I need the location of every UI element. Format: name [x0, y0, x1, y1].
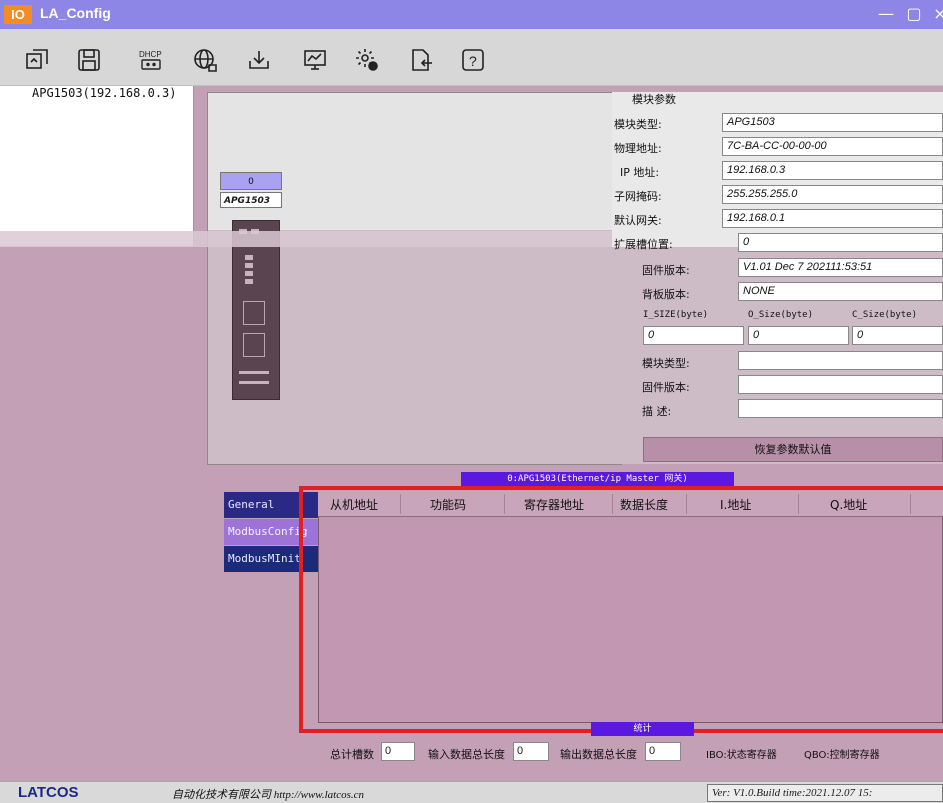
restore-defaults-button[interactable]: 恢复参数默认值	[643, 437, 943, 462]
param-label: 模块类型:	[614, 118, 662, 131]
c-size-field[interactable]: 0	[852, 326, 943, 345]
param-label: 背板版本:	[642, 288, 690, 301]
backplane-version-field[interactable]: NONE	[738, 282, 943, 301]
sub-module-type-field[interactable]	[738, 351, 943, 370]
i-size-header: I_SIZE(byte)	[643, 310, 709, 320]
device-module-image[interactable]	[232, 220, 280, 400]
o-size-header: O_Size(byte)	[748, 310, 814, 320]
close-button[interactable]: ×	[928, 3, 943, 25]
settings-icon	[356, 49, 378, 71]
input-length-field[interactable]: 0	[513, 742, 549, 761]
input-length-label: 输入数据总长度	[428, 748, 505, 761]
ip-address-field[interactable]: 192.168.0.3	[722, 161, 943, 180]
summary-bar: 统计	[591, 722, 694, 736]
highlight-frame	[299, 486, 943, 733]
total-slots-field[interactable]: 0	[381, 742, 415, 761]
toolbar: DHCP ?	[0, 29, 943, 86]
brand-logo: LATCOS	[18, 784, 79, 801]
help-icon: ?	[462, 49, 484, 71]
tree-item-device[interactable]: APG1503(192.168.0.3)	[32, 86, 177, 100]
description-field[interactable]	[738, 399, 943, 418]
download-icon	[249, 51, 269, 69]
version-info: Ver: V1.0.Build time:2021.12.07 15:	[707, 784, 943, 802]
param-label: 扩展槽位置:	[614, 238, 673, 251]
svg-text:?: ?	[469, 53, 477, 69]
params-group-title: 模块参数	[632, 93, 676, 106]
subnet-mask-field[interactable]: 255.255.255.0	[722, 185, 943, 204]
param-label: IP 地址:	[620, 166, 660, 179]
monitor-button[interactable]	[300, 45, 330, 75]
i-size-field[interactable]: 0	[643, 326, 744, 345]
param-label: 固件版本:	[642, 381, 690, 394]
monitor-icon	[304, 50, 326, 70]
module-tab[interactable]: 0:APG1503(Ethernet/ip Master 网关)	[461, 472, 734, 486]
ibo-note: IBO:状态寄存器	[706, 750, 777, 761]
title-bar: IO LA_Config — ▢ ×	[0, 0, 943, 29]
network-button[interactable]	[190, 45, 220, 75]
mac-address-field[interactable]: 7C-BA-CC-00-00-00	[722, 137, 943, 156]
help-button[interactable]: ?	[458, 45, 488, 75]
device-tree: APG1503(192.168.0.3)	[0, 86, 194, 246]
o-size-field[interactable]: 0	[748, 326, 849, 345]
status-bar: LATCOS 自动化技术有限公司 http://www.latcos.cn Ve…	[0, 781, 943, 803]
gateway-field[interactable]: 192.168.0.1	[722, 209, 943, 228]
param-label: 固件版本:	[642, 264, 690, 277]
firmware-version-field[interactable]: V1.01 Dec 7 202111:53:51	[738, 258, 943, 277]
expansion-slot-field[interactable]: 0	[738, 233, 943, 252]
maximize-button[interactable]: ▢	[902, 3, 926, 25]
window-title: LA_Config	[40, 5, 111, 21]
settings-button[interactable]	[352, 45, 382, 75]
sub-firmware-field[interactable]	[738, 375, 943, 394]
network-icon	[194, 49, 217, 72]
param-label: 描 述:	[642, 405, 672, 418]
dhcp-button[interactable]: DHCP	[136, 45, 166, 75]
device-model-label[interactable]: APG1503	[220, 192, 282, 208]
module-type-field[interactable]: APG1503	[722, 113, 943, 132]
dhcp-icon: DHCP	[139, 50, 162, 70]
download-button[interactable]	[244, 45, 274, 75]
output-length-label: 输出数据总长度	[560, 748, 637, 761]
slot-index[interactable]: 0	[220, 172, 282, 190]
param-label: 子网掩码:	[614, 190, 662, 203]
device-view-top	[207, 92, 622, 230]
scan-icon	[26, 49, 48, 69]
scan-button[interactable]	[22, 45, 52, 75]
svg-text:DHCP: DHCP	[139, 50, 162, 59]
total-slots-label: 总计槽数	[330, 748, 374, 761]
qbo-note: QBO:控制寄存器	[804, 750, 880, 761]
minimize-button[interactable]: —	[874, 3, 898, 25]
export-icon	[412, 49, 432, 71]
app-logo: IO	[4, 5, 32, 24]
save-icon	[78, 49, 100, 71]
c-size-header: C_Size(byte)	[852, 310, 918, 320]
output-length-field[interactable]: 0	[645, 742, 681, 761]
param-label: 默认网关:	[614, 214, 662, 227]
save-button[interactable]	[74, 45, 104, 75]
param-label: 物理地址:	[614, 142, 662, 155]
export-button[interactable]	[406, 45, 436, 75]
param-label: 模块类型:	[642, 357, 690, 370]
company-info: 自动化技术有限公司 http://www.latcos.cn	[172, 789, 364, 801]
